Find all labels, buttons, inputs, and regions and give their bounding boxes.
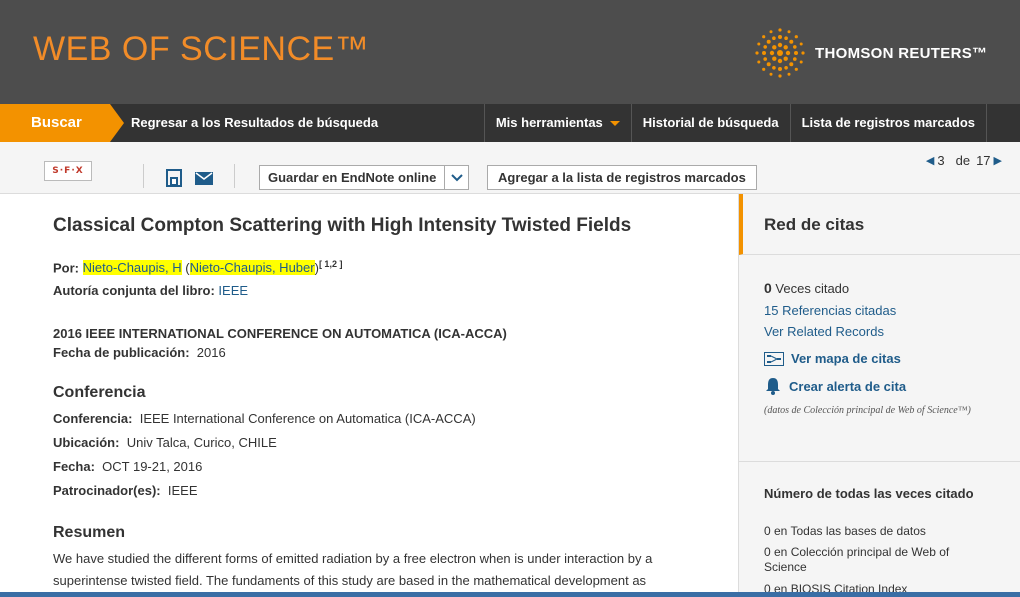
source-title: 2016 IEEE INTERNATIONAL CONFERENCE ON AU… xyxy=(53,326,507,341)
conference-value: IEEE International Conference on Automat… xyxy=(139,411,476,426)
author-affiliation-refs[interactable]: [ 1,2 ] xyxy=(319,259,343,269)
count-all-databases: 0 en Todas las bases de datos xyxy=(764,524,926,538)
wos-logo[interactable]: WEB OF SCIENCE™ xyxy=(33,30,369,69)
location-label: Ubicación: xyxy=(53,435,120,450)
pub-date-label: Fecha de publicación: xyxy=(53,345,190,360)
book-author-link[interactable]: IEEE xyxy=(218,283,248,298)
print-icon[interactable] xyxy=(165,169,183,192)
back-to-results-link[interactable]: Regresar a los Resultados de búsqueda xyxy=(131,104,378,142)
chevron-down-icon xyxy=(609,120,620,126)
citation-map-link[interactable]: Ver mapa de citas xyxy=(764,351,901,366)
count-core-collection: 0 en Colección principal de Web of Scien… xyxy=(764,545,950,574)
pub-date-value: 2016 xyxy=(196,345,226,360)
times-cited-label: Veces citado xyxy=(775,281,850,296)
location-row: Ubicación: Univ Talca, Curico, CHILE xyxy=(53,435,277,450)
bottom-status-strip xyxy=(0,592,1020,597)
citation-alert-label: Crear alerta de cita xyxy=(789,378,907,394)
citation-network-title: Red de citas xyxy=(764,215,865,234)
authors-label: Por: xyxy=(53,260,79,276)
citation-network-panel: Red de citas 0 Veces citado 15 Referenci… xyxy=(738,194,1020,597)
save-endnote-dropdown[interactable]: Guardar en EndNote online xyxy=(259,165,470,190)
my-tools-label: Mis herramientas xyxy=(495,115,603,130)
related-records-link[interactable]: Ver Related Records xyxy=(764,324,884,339)
sfx-button[interactable]: S·F·X xyxy=(44,161,92,181)
nav-right-group: Mis herramientas Historial de búsqueda L… xyxy=(483,104,987,142)
pub-date-row: Fecha de publicación: 2016 xyxy=(53,345,226,360)
times-cited: 0 Veces citado xyxy=(764,280,849,296)
record-pager: ◀ 3 de 17 ▶ xyxy=(926,153,1002,168)
author-short-link[interactable]: Nieto-Chaupis, H xyxy=(82,260,182,276)
pager-current: 3 xyxy=(937,153,945,168)
data-source-note: (datos de Colección principal de Web of … xyxy=(764,405,971,416)
citation-alert-link[interactable]: Crear alerta de cita xyxy=(764,377,906,395)
location-value: Univ Talca, Curico, CHILE xyxy=(126,435,277,450)
bell-icon xyxy=(764,377,782,395)
date-value: OCT 19-21, 2016 xyxy=(102,459,203,474)
my-tools-menu[interactable]: Mis herramientas xyxy=(483,104,631,142)
sponsor-value: IEEE xyxy=(167,483,198,498)
date-label: Fecha: xyxy=(53,459,95,474)
sponsor-row: Patrocinador(es): IEEE xyxy=(53,483,198,498)
author-full-link[interactable]: Nieto-Chaupis, Huber xyxy=(189,260,315,276)
citation-map-icon xyxy=(764,351,784,366)
sponsor-label: Patrocinador(es): xyxy=(53,483,161,498)
all-times-cited-heading: Número de todas las veces citado xyxy=(764,486,974,501)
conference-heading: Conferencia xyxy=(53,384,146,401)
main-nav: Buscar Regresar a los Resultados de búsq… xyxy=(0,104,1020,142)
citation-network-header: Red de citas xyxy=(739,194,1020,255)
record-title: Classical Compton Scattering with High I… xyxy=(53,215,632,236)
toolbar-divider xyxy=(234,164,235,188)
book-author-label: Autoría conjunta del libro: xyxy=(53,283,215,298)
pager-total: 17 xyxy=(976,153,991,168)
toolbar-divider xyxy=(143,164,144,188)
chevron-down-icon[interactable] xyxy=(444,166,468,189)
thomson-reuters-brand: THOMSON REUTERS™ xyxy=(755,28,987,78)
thomson-reuters-logo-icon xyxy=(755,28,805,78)
record-toolbar: S·F·X Guardar en EndNote online Agregar … xyxy=(0,142,1020,194)
abstract-text: We have studied the different forms of e… xyxy=(53,551,653,588)
conference-row: Conferencia: IEEE International Conferen… xyxy=(53,411,476,426)
record-main: Classical Compton Scattering with High I… xyxy=(0,194,738,597)
email-icon[interactable] xyxy=(195,172,213,190)
authors-row: Por: Nieto-Chaupis, H (Nieto-Chaupis, Hu… xyxy=(53,259,343,276)
date-row: Fecha: OCT 19-21, 2016 xyxy=(53,459,202,474)
times-cited-count: 0 xyxy=(764,280,772,296)
save-endnote-label: Guardar en EndNote online xyxy=(268,170,437,185)
marked-list-link[interactable]: Lista de registros marcados xyxy=(789,104,987,142)
citation-map-label: Ver mapa de citas xyxy=(791,351,901,366)
thomson-reuters-text: THOMSON REUTERS™ xyxy=(815,44,988,62)
pager-of: de xyxy=(955,153,971,168)
search-history-link[interactable]: Historial de búsqueda xyxy=(630,104,790,142)
conference-label: Conferencia: xyxy=(53,411,133,426)
app-header: WEB OF SCIENCE™ THOMSON REUTERS™ xyxy=(0,0,1020,104)
add-to-marked-list-button[interactable]: Agregar a la lista de registros marcados xyxy=(487,165,757,190)
search-tab[interactable]: Buscar xyxy=(0,104,124,142)
cited-references-link[interactable]: 15 Referencias citadas xyxy=(764,303,896,318)
abstract-heading: Resumen xyxy=(53,524,126,541)
next-record-icon[interactable]: ▶ xyxy=(994,154,1002,167)
previous-record-icon[interactable]: ◀ xyxy=(926,154,934,167)
book-author-row: Autoría conjunta del libro: IEEE xyxy=(53,283,248,298)
